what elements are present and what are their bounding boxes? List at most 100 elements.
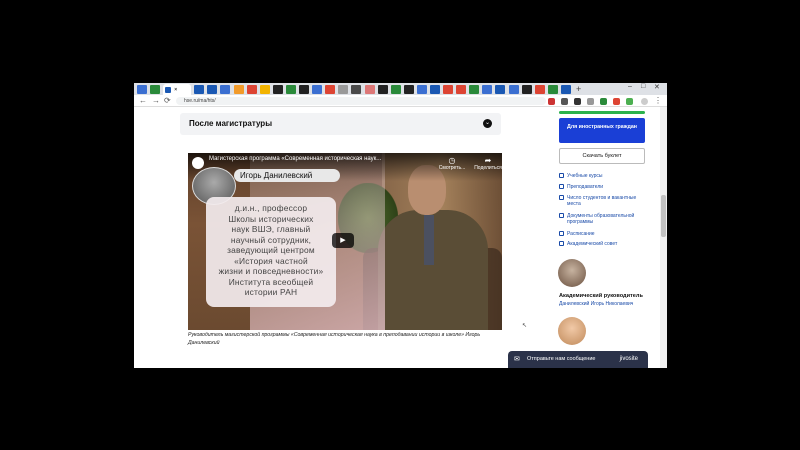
- list-icon: [559, 231, 564, 236]
- academic-head-photo: [558, 259, 586, 287]
- list-icon: [559, 241, 564, 246]
- browser-tab[interactable]: [137, 84, 147, 94]
- browser-tab[interactable]: [534, 84, 545, 94]
- browser-tab[interactable]: [469, 84, 480, 94]
- browser-tab[interactable]: [312, 84, 323, 94]
- academic-head-name-link[interactable]: Данилевский Игорь Николаевич: [559, 301, 633, 307]
- extension-icon[interactable]: [561, 98, 568, 105]
- sidebar-link-teachers[interactable]: Преподаватели: [559, 184, 649, 190]
- sidebar-link-council[interactable]: Академический совет: [559, 241, 649, 247]
- speaker-caption: д.и.н., профессор Школы исторических нау…: [206, 197, 336, 307]
- watch-later-button[interactable]: ◷ Смотреть...: [434, 156, 470, 171]
- minimize-button[interactable]: –: [628, 83, 632, 90]
- browser-tab[interactable]: [416, 84, 427, 94]
- browser-tab[interactable]: ×: [163, 84, 192, 95]
- browser-tab[interactable]: [456, 84, 467, 94]
- browser-tab[interactable]: [390, 84, 401, 94]
- browser-tab[interactable]: [560, 84, 571, 94]
- browser-tab[interactable]: [338, 84, 349, 94]
- browser-tab[interactable]: [364, 84, 375, 94]
- profile-avatar[interactable]: [641, 98, 648, 105]
- extension-icon[interactable]: [587, 98, 594, 105]
- sidebar-link-courses[interactable]: Учебные курсы: [559, 173, 649, 179]
- browser-toolbar: ← → ⟳ hse.ru/ma/hts/ ⋮: [134, 95, 667, 107]
- browser-tab[interactable]: [272, 84, 283, 94]
- extension-icon[interactable]: [626, 98, 633, 105]
- sidebar-link-students-vacancies[interactable]: Число студентов и вакантные места: [559, 195, 649, 207]
- browser-tab[interactable]: [194, 84, 205, 94]
- accordion-after-masters[interactable]: После магистратуры ⌄: [180, 113, 501, 135]
- close-tab-icon[interactable]: ×: [174, 87, 177, 93]
- list-icon: [559, 184, 564, 189]
- speaker-name: Игорь Данилевский: [234, 169, 340, 182]
- youtube-video[interactable]: Магистерская программа «Современная исто…: [188, 153, 502, 330]
- sidebar-link-label: Академический совет: [567, 241, 618, 247]
- sidebar-link-schedule[interactable]: Расписание: [559, 231, 649, 237]
- list-icon: [559, 213, 564, 218]
- close-window-button[interactable]: ✕: [654, 83, 660, 91]
- channel-logo-icon[interactable]: [192, 157, 204, 169]
- browser-tab[interactable]: [495, 84, 506, 94]
- caption-line: Института всеобщей: [228, 276, 314, 287]
- sidebar-link-label: Расписание: [567, 231, 595, 237]
- watch-later-label: Смотреть...: [438, 165, 466, 171]
- extension-icon[interactable]: [600, 98, 607, 105]
- favicon-icon: [165, 86, 172, 93]
- browser-tab[interactable]: [220, 84, 231, 94]
- extension-icon[interactable]: [548, 98, 555, 105]
- extension-icon[interactable]: [613, 98, 620, 105]
- sidebar-link-label: Документы образовательной программы: [567, 213, 635, 225]
- mouse-cursor-icon: ↖: [522, 323, 528, 329]
- caption-line: Школы исторических: [228, 213, 314, 224]
- scrollbar-thumb[interactable]: [661, 195, 666, 237]
- browser-tab[interactable]: [246, 84, 257, 94]
- sidebar-link-documents[interactable]: Документы образовательной программы: [559, 213, 649, 225]
- browser-window: × + – □ ✕ ← → ⟳ hse.ru/ma/hts/ ⋮ После ма…: [134, 83, 667, 368]
- share-label: Поделиться: [474, 165, 502, 171]
- browser-tab[interactable]: [508, 84, 519, 94]
- video-caption: Руководитель магистерской программы «Сов…: [188, 332, 481, 346]
- forward-button[interactable]: →: [152, 96, 160, 105]
- reload-button[interactable]: ⟳: [164, 96, 171, 105]
- page-scrollbar[interactable]: [660, 107, 667, 368]
- browser-tab[interactable]: [351, 84, 362, 94]
- browser-tab[interactable]: [482, 84, 493, 94]
- caption-line: д.и.н., профессор: [234, 203, 308, 213]
- chat-label: Отправьте нам сообщение: [527, 356, 596, 362]
- apply-button-edge[interactable]: [559, 111, 645, 114]
- share-icon: ➦: [484, 156, 492, 165]
- play-button[interactable]: ▶: [332, 233, 354, 248]
- browser-tab[interactable]: [299, 84, 310, 94]
- browser-tab[interactable]: [325, 84, 336, 94]
- browser-tab[interactable]: [443, 84, 454, 94]
- chat-widget[interactable]: ✉ Отправьте нам сообщение jivosite: [508, 351, 648, 368]
- browser-tab[interactable]: [285, 84, 296, 94]
- foreign-citizens-button[interactable]: Для иностранных граждан: [559, 118, 645, 143]
- browser-tab[interactable]: [429, 84, 440, 94]
- academic-head-title: Академический руководитель: [559, 293, 643, 299]
- browser-tab[interactable]: [521, 84, 532, 94]
- share-button[interactable]: ➦ Поделиться: [472, 156, 502, 171]
- browser-tab[interactable]: [377, 84, 388, 94]
- download-booklet-button[interactable]: Скачать буклет: [559, 148, 645, 164]
- caption-line: истории РАН: [244, 287, 298, 297]
- caption-line: «История частной: [234, 255, 308, 266]
- new-tab-button[interactable]: +: [576, 84, 581, 94]
- browser-tab[interactable]: [259, 84, 270, 94]
- caption-line: жизни и повседневности»: [218, 266, 324, 276]
- chevron-down-icon[interactable]: ⌄: [483, 119, 492, 128]
- chat-icon: ✉: [514, 356, 520, 363]
- sidebar-link-label: Учебные курсы: [567, 173, 603, 179]
- browser-tab[interactable]: [207, 84, 218, 94]
- browser-tab[interactable]: [403, 84, 414, 94]
- address-bar[interactable]: hse.ru/ma/hts/: [176, 97, 546, 105]
- browser-tab[interactable]: [150, 84, 161, 94]
- extension-icon[interactable]: [574, 98, 581, 105]
- page-content: После магистратуры ⌄ Магистерская програ…: [134, 107, 667, 368]
- browser-tab[interactable]: [547, 84, 558, 94]
- menu-icon[interactable]: ⋮: [654, 96, 662, 105]
- browser-tab[interactable]: [233, 84, 244, 94]
- back-button[interactable]: ←: [139, 96, 147, 105]
- maximize-button[interactable]: □: [641, 83, 645, 90]
- video-title[interactable]: Магистерская программа «Современная исто…: [209, 156, 381, 162]
